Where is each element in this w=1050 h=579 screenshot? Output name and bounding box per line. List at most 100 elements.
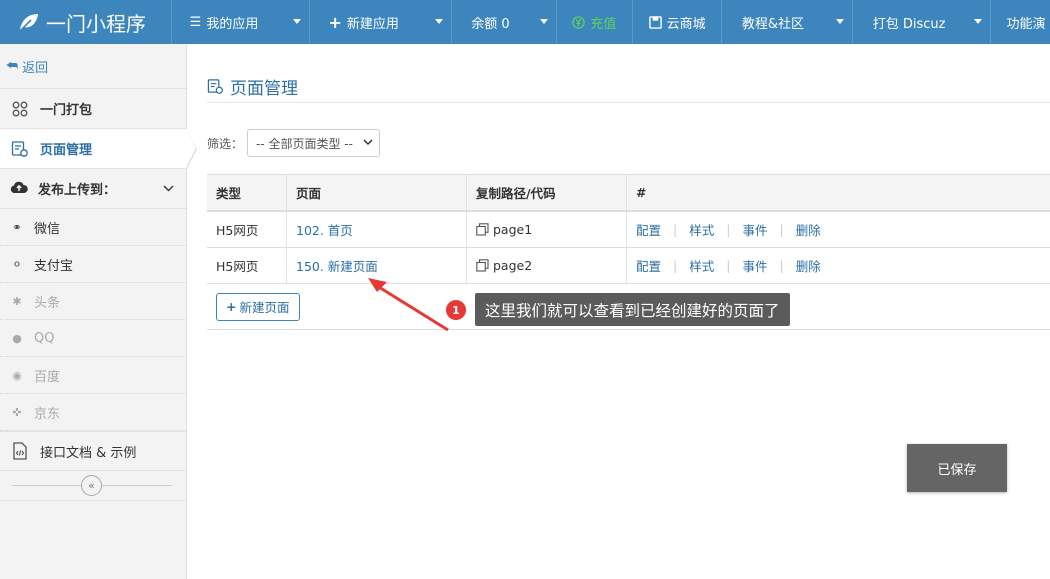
annotation-callout: 这里我们就可以查看到已经创建好的页面了 (475, 293, 790, 326)
new-page-button[interactable]: + 新建页面 (216, 292, 300, 321)
path-value: page1 (493, 222, 533, 237)
nav-my-apps[interactable]: ☰ 我的应用 (170, 0, 310, 44)
copy-icon (476, 259, 489, 272)
platform-label: 微信 (34, 221, 61, 237)
annotation-badge: 1 (446, 300, 466, 320)
filter-label: 筛选： (207, 136, 244, 151)
platform-jd[interactable]: ✜ 京东 (0, 394, 186, 431)
nav-balance-label: 余额 0 (471, 16, 510, 32)
alipay-icon: ⚪ (12, 257, 22, 271)
page-title: 页面管理 (207, 74, 298, 99)
page-settings-icon (207, 78, 224, 95)
sidebar-item-api-docs[interactable]: 接口文档 & 示例 (0, 431, 186, 471)
sidebar-item-label: 一门打包 (40, 103, 93, 118)
yen-circle-icon (572, 15, 585, 29)
grid-rings-icon (10, 99, 30, 119)
platform-baidu[interactable]: ◉ 百度 (0, 357, 186, 394)
page-title-text: 页面管理 (230, 79, 298, 99)
sidebar-item-pack[interactable]: 一门打包 (0, 89, 186, 129)
nav-pack-discuz[interactable]: 打包 Discuz (851, 0, 991, 44)
platform-wechat[interactable]: ⚭ 微信 (0, 209, 186, 246)
saved-button[interactable]: 已保存 (907, 444, 1007, 492)
plus-icon: + (226, 299, 237, 314)
nav-recharge-label: 充值 (590, 16, 617, 32)
caret-down-icon (974, 19, 983, 24)
nav-demo-label: 功能演 (1006, 16, 1046, 32)
caret-down-icon (435, 19, 444, 24)
reply-arrow-icon: ⮪ (6, 58, 19, 74)
page-link[interactable]: 102. 首页 (296, 220, 353, 239)
nav-cloud-mall[interactable]: 云商城 (631, 0, 721, 44)
platform-qq[interactable]: ● QQ (0, 320, 186, 357)
code-file-icon (10, 441, 30, 461)
qq-icon: ● (12, 331, 22, 345)
app-brand[interactable]: 一门小程序 (0, 0, 171, 44)
config-link[interactable]: 配置 (636, 256, 661, 275)
nav-balance[interactable]: 余额 0 (451, 0, 556, 44)
nav-tutorial-community[interactable]: 教程&社区 (720, 0, 852, 44)
sidebar-item-page-management[interactable]: 页面管理 (0, 128, 197, 170)
event-link[interactable]: 事件 (742, 256, 767, 275)
style-link[interactable]: 样式 (689, 220, 714, 239)
row-actions: 配置 | 样式 | 事件 | 删除 (636, 220, 821, 239)
config-link[interactable]: 配置 (636, 220, 661, 239)
sidebar-item-label: 接口文档 & 示例 (40, 445, 137, 461)
page-type-select[interactable]: -- 全部页面类型 -- (247, 129, 381, 157)
caret-down-icon (293, 19, 302, 24)
copy-path[interactable]: page1 (467, 212, 627, 247)
nav-discuz-label: 打包 Discuz (872, 16, 946, 32)
menu-icon: ☰ (189, 14, 202, 30)
column-header: 复制路径/代码 (467, 175, 627, 210)
nav-new-app-label: 新建应用 (346, 16, 399, 32)
platform-alipay[interactable]: ⚪ 支付宝 (0, 246, 186, 283)
page-type-select-value: -- 全部页面类型 -- (256, 136, 353, 151)
cell-type: H5网页 (207, 248, 287, 283)
back-label: 返回 (22, 60, 49, 76)
platform-label: 京东 (34, 406, 61, 422)
nav-new-app[interactable]: + 新建应用 (309, 0, 451, 44)
delete-link[interactable]: 删除 (796, 220, 821, 239)
nav-my-apps-label: 我的应用 (206, 16, 259, 32)
cell-type: H5网页 (207, 212, 287, 247)
app-title: 一门小程序 (46, 11, 146, 36)
column-header: 页面 (287, 175, 467, 210)
column-header: # (636, 185, 647, 200)
cloud-upload-icon (10, 180, 28, 198)
delete-link[interactable]: 删除 (796, 256, 821, 275)
path-value: page2 (493, 258, 533, 273)
platform-label: QQ (34, 330, 55, 346)
double-chevron-left-icon[interactable]: « (81, 475, 102, 496)
platform-label: 支付宝 (34, 258, 74, 274)
plus-icon: + (328, 12, 342, 32)
copy-icon (476, 223, 489, 236)
chevron-down-icon (363, 138, 373, 149)
divider (207, 102, 1050, 103)
leaf-logo-icon (20, 14, 38, 31)
platform-label: 百度 (34, 369, 61, 385)
baidu-paw-icon: ◉ (12, 368, 22, 382)
table-row: H5网页 150. 新建页面 page2 配置 | 样式 | 事件 | 删除 (207, 248, 1050, 284)
saved-label: 已保存 (937, 462, 977, 478)
style-link[interactable]: 样式 (689, 256, 714, 275)
save-icon (648, 15, 662, 29)
nav-recharge[interactable]: 充值 (556, 0, 631, 44)
nav-cloud-mall-label: 云商城 (666, 16, 706, 32)
toutiao-icon: ✱ (12, 294, 22, 308)
sidebar-item-label: 页面管理 (40, 143, 93, 158)
table-row: H5网页 102. 首页 page1 配置 | 样式 | 事件 | 删除 (207, 212, 1050, 248)
jd-icon: ✜ (12, 405, 22, 419)
caret-down-icon (835, 19, 844, 24)
page-settings-icon (10, 139, 30, 159)
nav-tutorial-label: 教程&社区 (741, 16, 804, 32)
platform-toutiao[interactable]: ✱ 头条 (0, 283, 186, 320)
nav-feature-demo[interactable]: 功能演 (990, 0, 1049, 44)
table-header: 类型 页面 复制路径/代码 # (207, 175, 1050, 212)
platform-label: 头条 (34, 295, 61, 311)
row-actions: 配置 | 样式 | 事件 | 删除 (636, 256, 821, 275)
copy-path[interactable]: page2 (467, 248, 627, 283)
caret-down-icon (540, 19, 549, 24)
publish-group-toggle[interactable]: 发布上传到： (0, 169, 186, 209)
filter-bar: 筛选： -- 全部页面类型 -- (207, 129, 381, 157)
back-link[interactable]: ⮪ 返回 (0, 44, 186, 89)
event-link[interactable]: 事件 (742, 220, 767, 239)
